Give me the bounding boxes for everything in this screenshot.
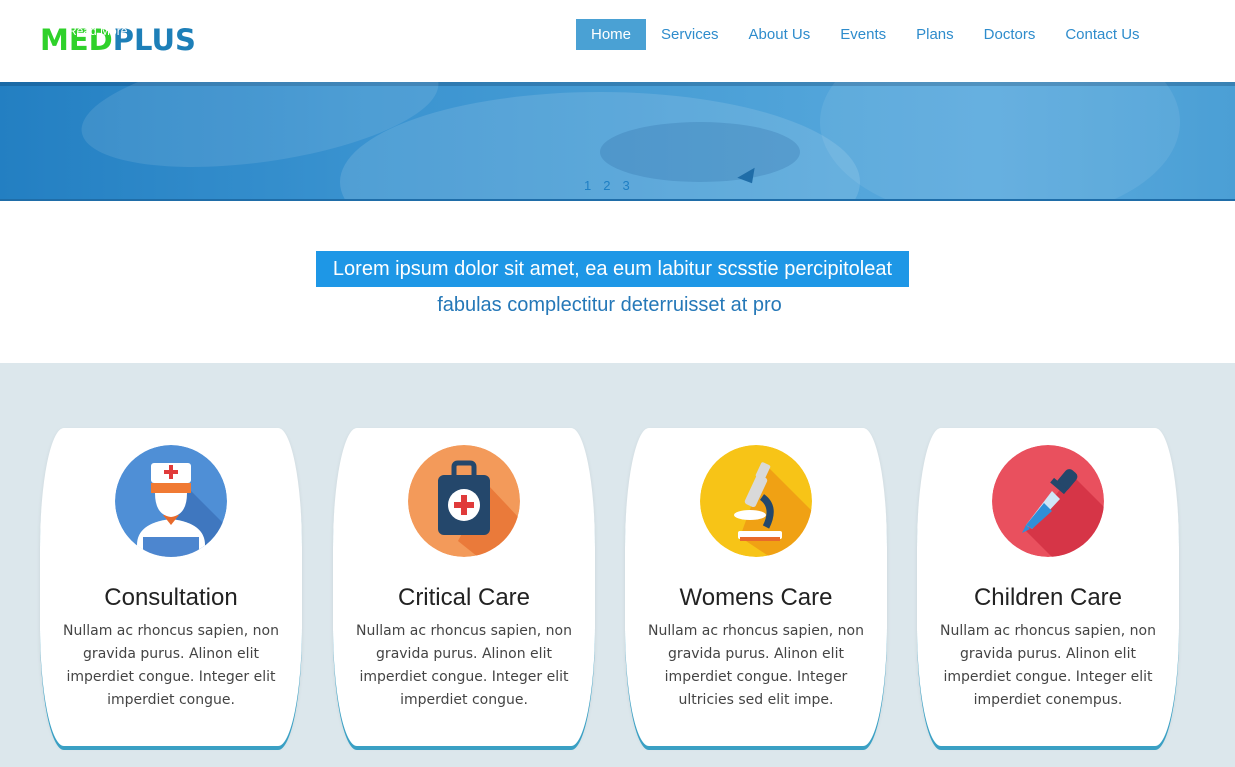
nav-events[interactable]: Events — [825, 19, 901, 50]
service-description: Nullam ac rhoncus sapien, non gravida pu… — [939, 623, 1156, 708]
microscope-icon — [700, 445, 812, 557]
read-more-link[interactable]: Read More — [68, 24, 127, 38]
hero-background-shape — [600, 122, 800, 182]
intro-section: Lorem ipsum dolor sit amet, ea eum labit… — [0, 201, 1235, 363]
nav-services[interactable]: Services — [646, 19, 734, 50]
hero-background-shape — [820, 82, 1180, 199]
service-description: Nullam ac rhoncus sapien, non gravida pu… — [62, 623, 279, 708]
nav-about-us[interactable]: About Us — [734, 19, 826, 50]
logo[interactable]: MEDPLUS Read More — [40, 22, 196, 58]
service-card-critical-care[interactable]: Critical Care Nullam ac rhoncus sapien, … — [333, 428, 595, 746]
slider-pagination: 1 2 3 — [584, 178, 630, 193]
service-title: Critical Care — [397, 584, 531, 611]
main-nav: Home Services About Us Events Plans Doct… — [576, 19, 1155, 50]
dropper-icon — [992, 445, 1104, 557]
services-section: Consultation Nullam ac rhoncus sapien, n… — [0, 363, 1235, 767]
doctor-icon — [115, 445, 227, 557]
service-description: Nullam ac rhoncus sapien, non gravida pu… — [355, 623, 572, 708]
service-card-consultation[interactable]: Consultation Nullam ac rhoncus sapien, n… — [40, 428, 302, 746]
intro-subheadline: fabulas complectitur deterruisset at pro — [437, 294, 782, 316]
hero-banner: 1 2 3 — [0, 82, 1235, 201]
service-card-children-care[interactable]: Children Care Nullam ac rhoncus sapien, … — [917, 428, 1179, 746]
nav-home[interactable]: Home — [576, 19, 647, 50]
slide-2-button[interactable]: 2 — [603, 178, 610, 193]
slide-3-button[interactable]: 3 — [622, 178, 629, 193]
service-description: Nullam ac rhoncus sapien, non gravida pu… — [647, 623, 864, 708]
intro-headline-selected: Lorem ipsum dolor sit amet, ea eum labit… — [316, 251, 909, 287]
slide-1-button[interactable]: 1 — [584, 178, 591, 193]
site-header: MEDPLUS Read More Home Services About Us… — [0, 0, 1235, 82]
service-title: Womens Care — [679, 584, 833, 611]
nav-plans[interactable]: Plans — [901, 19, 969, 50]
service-card-womens-care[interactable]: Womens Care Nullam ac rhoncus sapien, no… — [625, 428, 887, 746]
nav-contact-us[interactable]: Contact Us — [1050, 19, 1154, 50]
service-title: Children Care — [973, 584, 1123, 611]
service-title: Consultation — [104, 584, 238, 611]
nav-doctors[interactable]: Doctors — [969, 19, 1051, 50]
first-aid-kit-icon — [408, 445, 520, 557]
